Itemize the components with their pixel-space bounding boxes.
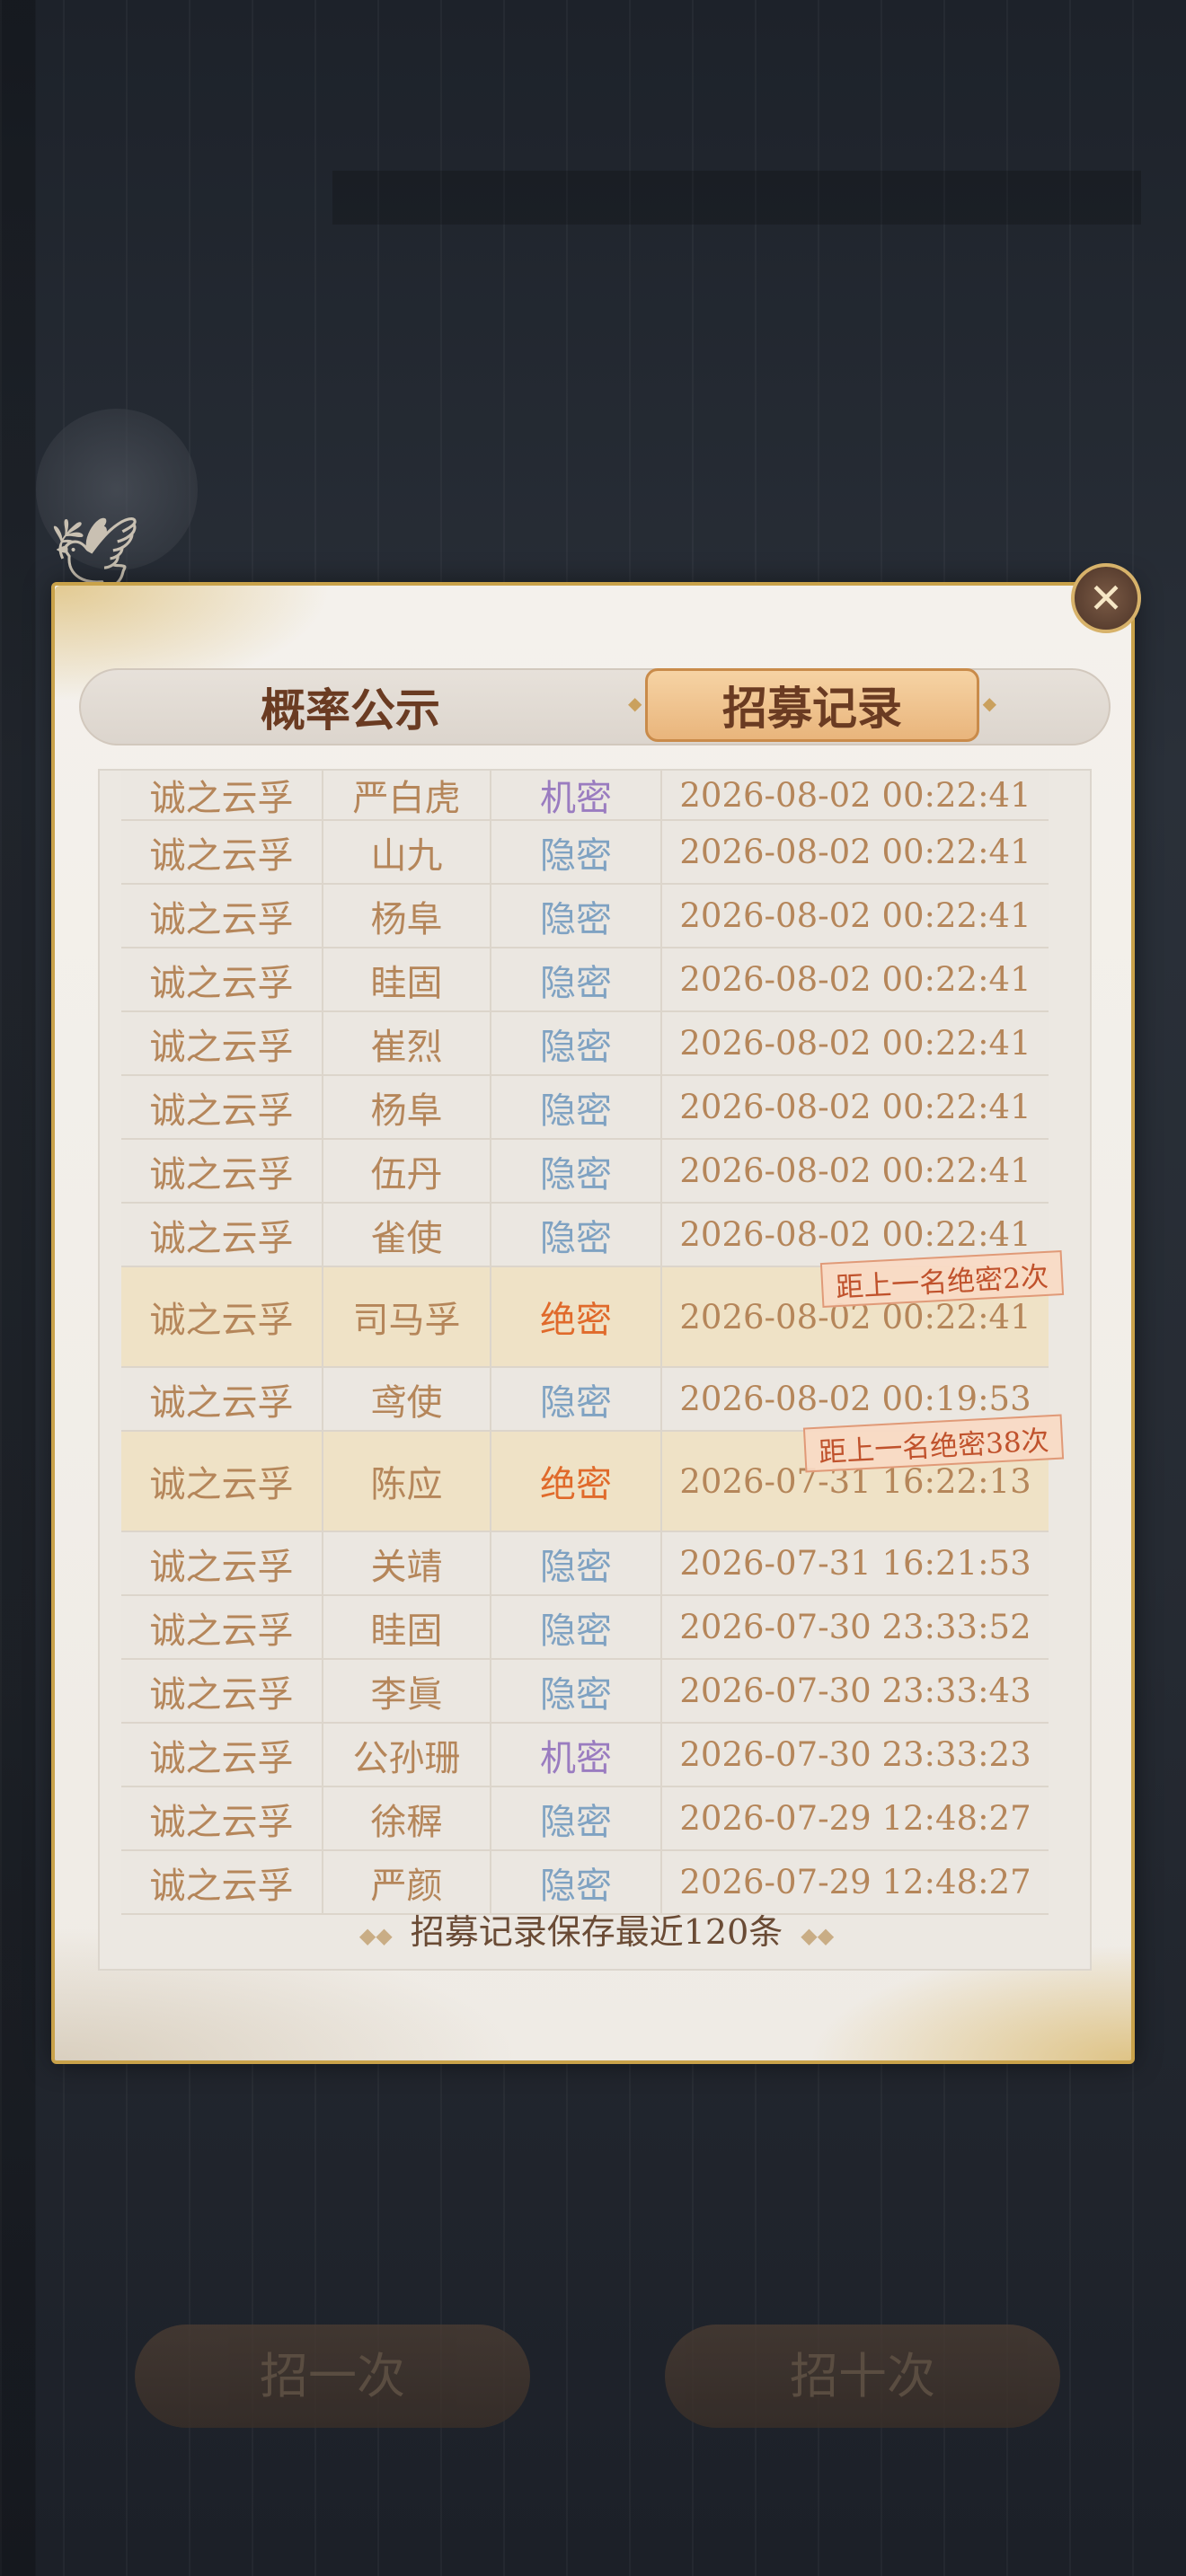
pool-cell: 诚之云孚 [121,1140,323,1202]
time-cell: 2026-08-02 00:22:41 [679,833,1031,871]
name-cell: 眭固 [323,1596,491,1658]
background-top-bar [332,171,1141,225]
pool-cell: 诚之云孚 [121,1076,323,1138]
rarity-cell: 隐密 [491,821,662,883]
tab-probability[interactable]: 概率公示 [207,670,494,744]
pool-cell: 诚之云孚 [121,1204,323,1266]
table-row: 诚之云孚 山九 隐密 2026-08-02 00:22:41 [121,821,1049,885]
recruit-records-panel: 概率公示 招募记录 诚之云孚严白虎机密2026-08-02 00:22:41诚之… [51,582,1135,2064]
rarity-cell: 绝密 [491,1267,662,1366]
table-row: 诚之云孚 眭固 隐密 2026-07-30 23:33:52 [121,1596,1049,1660]
rarity-cell: 隐密 [491,1204,662,1266]
rarity-cell: 隐密 [491,1368,662,1430]
time-cell: 2026-08-02 00:22:41 [679,960,1031,999]
time-cell: 2026-07-30 23:33:43 [679,1672,1031,1710]
pool-cell: 诚之云孚 [121,1012,323,1074]
table-row: 诚之云孚 关靖 隐密 2026-07-31 16:21:53 [121,1532,1049,1596]
name-cell: 山九 [323,821,491,883]
name-cell: 李眞 [323,1660,491,1722]
table-row: 诚之云孚 杨阜 隐密 2026-08-02 00:22:41 [121,1076,1049,1140]
table-row: 诚之云孚 杨阜 隐密 2026-08-02 00:22:41 [121,885,1049,948]
time-cell: 2026-07-30 23:33:23 [679,1735,1031,1774]
rarity-cell: 隐密 [491,1596,662,1658]
table-row: 诚之云孚 严白虎 机密 2026-08-02 00:22:41 [121,771,1049,821]
rarity-cell: 机密 [491,1724,662,1786]
background-recruit-once-button: 招一次 [135,2325,530,2428]
pool-cell: 诚之云孚 [121,771,323,819]
pool-cell: 诚之云孚 [121,1787,323,1849]
records-table[interactable]: 诚之云孚 严白虎 机密 2026-08-02 00:22:41 诚之云孚 山九 隐密 2026… [98,769,1092,1971]
pool-cell: 诚之云孚 [121,1267,323,1366]
time-cell: 2026-07-29 12:48:27 [679,1799,1031,1838]
table-row: 诚之云孚 眭固 隐密 2026-08-02 00:22:41 [121,948,1049,1012]
pool-cell: 诚之云孚 [121,1724,323,1786]
pool-cell: 诚之云孚 [121,1660,323,1722]
rarity-cell: 隐密 [491,948,662,1010]
rarity-cell: 隐密 [491,1787,662,1849]
name-cell: 杨阜 [323,885,491,947]
close-button[interactable]: ✕ [1071,563,1141,633]
pool-cell: 诚之云孚 [121,821,323,883]
rarity-cell: 隐密 [491,885,662,947]
background-recruit-ten-button: 招十次 [665,2325,1060,2428]
tab-records[interactable]: 招募记录 [628,668,996,742]
pool-cell: 诚之云孚 [121,1368,323,1430]
time-cell: 2026-08-02 00:22:41 [679,1151,1031,1190]
name-cell: 伍丹 [323,1140,491,1202]
table-row: 诚之云孚 司马孚 绝密 2026-08-02 00:22:41 距上一名绝密2次 [121,1250,1065,1368]
name-cell: 司马孚 [323,1267,491,1366]
records-list: 诚之云孚 严白虎 机密 2026-08-02 00:22:41 诚之云孚 山九 隐密 2026… [121,771,1065,1915]
pool-cell: 诚之云孚 [121,885,323,947]
name-cell: 公孙珊 [323,1724,491,1786]
table-row: 诚之云孚 徐稺 隐密 2026-07-29 12:48:27 [121,1787,1049,1851]
name-cell: 鸢使 [323,1368,491,1430]
name-cell: 眭固 [323,948,491,1010]
pool-cell: 诚之云孚 [121,1432,323,1531]
table-row: 诚之云孚 陈应 绝密 2026-07-31 16:22:13 距上一名绝密38次 [121,1414,1065,1532]
name-cell: 严白虎 [323,771,491,819]
table-row: 诚之云孚 公孙珊 机密 2026-07-30 23:33:23 [121,1724,1049,1787]
tab-bar: 概率公示 招募记录 [79,668,1111,745]
diamond-icon: ◆◆ [358,1922,393,1948]
name-cell: 杨阜 [323,1076,491,1138]
rarity-cell: 隐密 [491,1140,662,1202]
rarity-cell: 隐密 [491,1660,662,1722]
time-cell: 2026-08-02 00:22:41 [679,775,1031,815]
rarity-cell: 机密 [491,771,662,819]
pool-cell: 诚之云孚 [121,1596,323,1658]
rarity-cell: 隐密 [491,1076,662,1138]
pool-cell: 诚之云孚 [121,948,323,1010]
name-cell: 陈应 [323,1432,491,1531]
name-cell: 徐稺 [323,1787,491,1849]
time-cell: 2026-08-02 00:22:41 [679,1088,1031,1126]
rarity-cell: 绝密 [491,1432,662,1531]
table-row: 诚之云孚 伍丹 隐密 2026-08-02 00:22:41 [121,1140,1049,1204]
footer-note-text: 招募记录保存最近120条 [410,1912,783,1952]
footer-note: ◆◆ 招募记录保存最近120条 ◆◆ [55,1904,1138,1954]
table-row: 诚之云孚 李眞 隐密 2026-07-30 23:33:43 [121,1660,1049,1724]
name-cell: 关靖 [323,1532,491,1594]
table-row: 诚之云孚 崔烈 隐密 2026-08-02 00:22:41 [121,1012,1049,1076]
name-cell: 崔烈 [323,1012,491,1074]
rarity-cell: 隐密 [491,1532,662,1594]
name-cell: 雀使 [323,1204,491,1266]
time-cell: 2026-08-02 00:22:41 [679,896,1031,935]
time-cell: 2026-08-02 00:22:41 [679,1024,1031,1063]
rarity-cell: 隐密 [491,1012,662,1074]
time-cell: 2026-07-31 16:21:53 [679,1544,1031,1583]
diamond-icon: ◆◆ [801,1922,835,1948]
close-icon: ✕ [1088,574,1124,622]
pool-cell: 诚之云孚 [121,1532,323,1594]
time-cell: 2026-07-30 23:33:52 [679,1608,1031,1646]
